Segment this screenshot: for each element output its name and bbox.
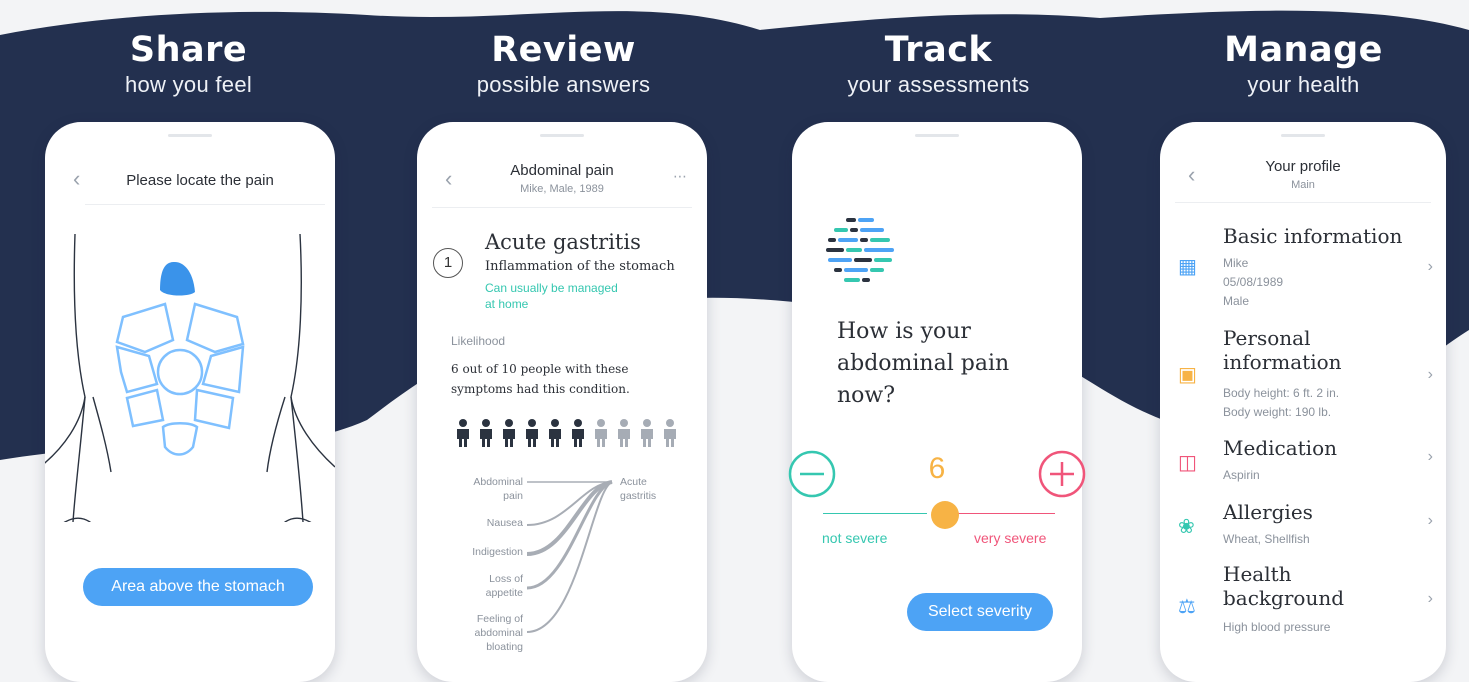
panel-subtitle: possible answers	[476, 72, 651, 97]
item-title-text: Health background	[1223, 562, 1345, 610]
person-card-icon: ▣	[1178, 364, 1197, 386]
panel-title: Review	[491, 30, 636, 70]
item-detail: Male	[1223, 294, 1250, 308]
symptom-label: Nausea	[487, 517, 523, 529]
item-detail: Body height: 6 ft. 2 in.	[1223, 386, 1340, 400]
likelihood-line: symptoms had this condition.	[451, 382, 630, 396]
chevron-right-icon: ›	[1427, 590, 1433, 607]
target-label: Acute	[620, 476, 647, 488]
severity-question: How is your abdominal pain now?	[837, 316, 1009, 412]
likelihood-label: Likelihood	[451, 334, 506, 348]
speaker-slot	[540, 134, 584, 137]
symptom-label: Indigestion	[472, 546, 523, 558]
panel-title: Track	[884, 30, 993, 70]
item-title: Allergies	[1223, 500, 1313, 524]
profile-item-health-background[interactable]: ⚖ Health background High blood pressure …	[1178, 562, 1438, 642]
location-select-button[interactable]: Area above the stomach	[83, 568, 313, 606]
symptom-label: bloating	[486, 641, 523, 653]
person-icon	[480, 419, 492, 447]
profile-item-personal[interactable]: ▣ Personal information Body height: 6 ft…	[1178, 326, 1438, 422]
panel-subtitle: your health	[1247, 72, 1360, 97]
phone-screen-results: ‹ Abdominal pain Mike, Male, 1989 ⋯ 1 Ac…	[417, 122, 707, 682]
nav-title: Abdominal pain	[510, 162, 614, 179]
people-likelihood-icons	[453, 418, 683, 453]
person-icon	[641, 419, 653, 447]
item-title: Medication	[1223, 436, 1337, 460]
person-icon	[526, 419, 538, 447]
item-title: Basic information	[1223, 224, 1403, 248]
profile-item-basic[interactable]: ▦ Basic information Mike 05/08/1989 Male…	[1178, 224, 1438, 314]
condition-description: Inflammation of the stomach	[485, 259, 675, 274]
symptom-label: appetite	[486, 587, 524, 599]
profile-item-medication[interactable]: ◫ Medication Aspirin ›	[1178, 436, 1438, 496]
triage-note: Can usually be managed at home	[485, 280, 618, 312]
item-detail: Body weight: 190 lb.	[1223, 405, 1332, 419]
divider	[432, 207, 692, 208]
person-icon	[618, 419, 630, 447]
slider-thumb[interactable]	[931, 501, 959, 529]
chevron-right-icon: ›	[1427, 258, 1433, 275]
symptom-link-diagram: Abdominal pain Nausea Indigestion Loss o…	[472, 476, 656, 653]
item-title-text: Personal information	[1223, 326, 1342, 374]
symptom-label: Loss of	[489, 573, 523, 585]
question-line: How is your	[837, 319, 971, 344]
assistant-logo-icon	[826, 218, 894, 282]
pill-box-icon: ◫	[1178, 452, 1197, 474]
divider	[1175, 202, 1431, 203]
speaker-slot	[168, 134, 212, 137]
condition-name: Acute gastritis	[485, 230, 641, 254]
nav-title: Please locate the pain	[126, 172, 274, 189]
person-icon	[457, 419, 469, 447]
allergy-flower-icon: ❀	[1178, 516, 1195, 538]
person-icon	[572, 419, 584, 447]
id-card-icon: ▦	[1178, 256, 1197, 278]
target-label: gastritis	[620, 490, 656, 502]
divider	[85, 204, 325, 205]
person-icon	[664, 419, 676, 447]
symptom-label: Feeling of	[477, 613, 523, 625]
phone-screen-locate-pain: ‹ Please locate the pain Area above the …	[45, 122, 335, 682]
select-severity-button[interactable]: Select severity	[907, 593, 1053, 631]
symptom-label: abdominal	[475, 627, 523, 639]
chevron-right-icon: ›	[1427, 448, 1433, 465]
likelihood-line: 6 out of 10 people with these	[451, 362, 629, 376]
panel-title: Share	[129, 30, 248, 70]
symptom-label: pain	[503, 490, 523, 502]
item-detail: 05/08/1989	[1223, 275, 1284, 289]
triage-note-line: at home	[485, 297, 529, 311]
question-line: now?	[837, 383, 896, 408]
symptom-label: Abdominal	[473, 476, 523, 488]
item-detail: Wheat, Shellfish	[1223, 532, 1310, 546]
speaker-slot	[915, 134, 959, 137]
question-line: abdominal pain	[837, 351, 1010, 376]
item-detail: Aspirin	[1223, 468, 1260, 482]
person-icon	[503, 419, 515, 447]
body-outline-diagram	[45, 233, 335, 522]
panel-subtitle: how you feel	[124, 72, 253, 97]
item-detail: Mike	[1223, 256, 1249, 270]
more-dots-icon[interactable]: ⋯	[673, 168, 687, 185]
item-title: Personal information	[1223, 326, 1363, 374]
item-detail: High blood pressure	[1223, 620, 1331, 634]
nav-title: Your profile	[1265, 158, 1341, 175]
phone-screen-profile: ‹ Your profile Main ▦ Basic information …	[1160, 122, 1446, 682]
nav-subtitle: Main	[1291, 179, 1315, 191]
severity-value: 6	[928, 452, 946, 485]
rank-badge: 1	[433, 248, 463, 278]
panel-subtitle: your assessments	[847, 72, 1030, 97]
person-icon	[595, 419, 607, 447]
max-label: very severe	[974, 530, 1047, 546]
min-label: not severe	[822, 530, 888, 546]
person-icon	[549, 419, 561, 447]
profile-item-allergies[interactable]: ❀ Allergies Wheat, Shellfish ›	[1178, 500, 1438, 560]
triage-note-line: Can usually be managed	[485, 281, 618, 295]
likelihood-text: 6 out of 10 people with these symptoms h…	[451, 359, 630, 399]
speaker-slot	[1281, 134, 1325, 137]
balance-scale-icon: ⚖	[1178, 596, 1196, 618]
chevron-right-icon: ›	[1427, 366, 1433, 383]
item-title: Health background	[1223, 562, 1345, 610]
chevron-right-icon: ›	[1427, 512, 1433, 529]
nav-subtitle: Mike, Male, 1989	[520, 183, 604, 195]
panel-title: Manage	[1224, 30, 1383, 70]
